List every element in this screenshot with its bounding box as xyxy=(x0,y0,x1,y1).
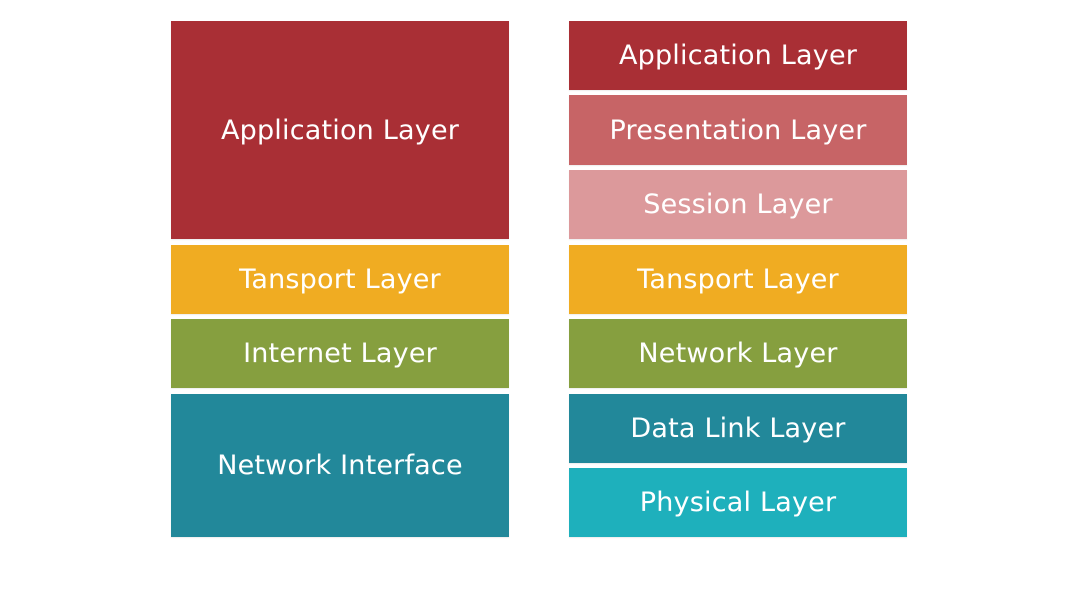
tcpip-network-interface-layer: Network Interface xyxy=(171,394,509,537)
layer-label: Tansport Layer xyxy=(239,264,441,295)
osi-physical-layer: Physical Layer xyxy=(569,468,907,537)
layer-label: Data Link Layer xyxy=(630,413,846,444)
layer-label: Network Interface xyxy=(217,450,463,481)
tcpip-internet-layer: Internet Layer xyxy=(171,319,509,388)
tcpip-transport-layer: Tansport Layer xyxy=(171,245,509,314)
layer-label: Application Layer xyxy=(618,40,858,71)
osi-session-layer: Session Layer xyxy=(569,170,907,239)
osi-presentation-layer: Presentation Layer xyxy=(569,95,907,165)
osi-transport-layer: Tansport Layer xyxy=(569,245,907,314)
osi-application-layer: Application Layer xyxy=(569,21,907,90)
tcpip-application-layer: Application Layer xyxy=(171,21,509,239)
osi-network-layer: Network Layer xyxy=(569,319,907,388)
layer-label: Internet Layer xyxy=(243,338,437,369)
layer-label: Application Layer xyxy=(220,114,460,146)
layer-label: Tansport Layer xyxy=(637,264,839,295)
layer-label: Network Layer xyxy=(638,338,838,369)
layer-label: Presentation Layer xyxy=(609,114,867,146)
layer-label: Session Layer xyxy=(643,189,833,220)
layer-label: Physical Layer xyxy=(639,487,837,518)
osi-data-link-layer: Data Link Layer xyxy=(569,394,907,463)
